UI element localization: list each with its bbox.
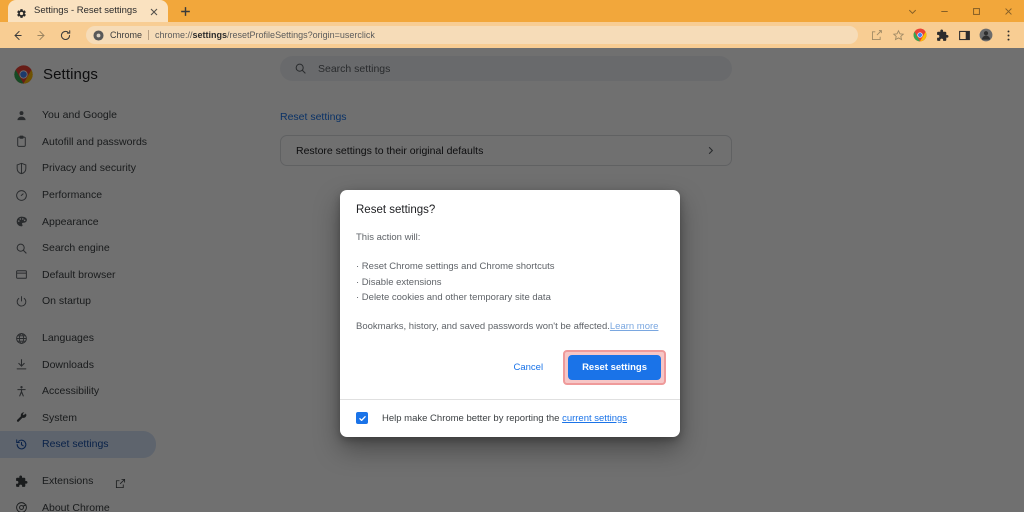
report-settings-checkbox[interactable]: [356, 412, 368, 424]
list-item: · Reset Chrome settings and Chrome short…: [356, 259, 664, 275]
bookmark-star-icon[interactable]: [888, 25, 908, 45]
omnibox-url: chrome://settings/resetProfileSettings?o…: [155, 30, 375, 40]
window-controls: [896, 0, 1024, 22]
dialog-note-text: Bookmarks, history, and saved passwords …: [356, 321, 610, 332]
extensions-puzzle-icon[interactable]: [932, 25, 952, 45]
share-icon[interactable]: [866, 25, 886, 45]
dialog-actions: Cancel Reset settings: [340, 336, 680, 399]
dialog-lead-text: This action will:: [356, 232, 664, 243]
avatar-icon[interactable]: [976, 25, 996, 45]
reset-settings-confirm-button[interactable]: Reset settings: [568, 355, 661, 380]
list-item: · Disable extensions: [356, 275, 664, 291]
dialog-footer-text: Help make Chrome better by reporting the…: [382, 413, 627, 424]
omnibox-origin: Chrome: [110, 30, 142, 40]
chrome-profile-icon[interactable]: [910, 25, 930, 45]
chrome-site-icon: [93, 30, 104, 41]
dialog-note: Bookmarks, history, and saved passwords …: [356, 321, 664, 332]
three-dot-menu-icon[interactable]: [998, 25, 1018, 45]
chevron-down-icon[interactable]: [896, 0, 928, 22]
close-icon[interactable]: [148, 5, 160, 17]
cancel-button[interactable]: Cancel: [501, 356, 555, 379]
back-button[interactable]: [6, 24, 28, 46]
dialog-title: Reset settings?: [356, 204, 664, 216]
current-settings-link[interactable]: current settings: [562, 413, 627, 424]
list-item: · Delete cookies and other temporary sit…: [356, 290, 664, 306]
gear-icon: [16, 6, 27, 17]
close-icon[interactable]: [992, 0, 1024, 22]
dialog-footer: Help make Chrome better by reporting the…: [340, 399, 680, 437]
minimize-icon[interactable]: [928, 0, 960, 22]
learn-more-link[interactable]: Learn more: [610, 321, 659, 332]
reload-button[interactable]: [54, 24, 76, 46]
forward-button[interactable]: [30, 24, 52, 46]
new-tab-button[interactable]: [174, 0, 196, 22]
confirm-button-highlight: Reset settings: [563, 350, 666, 385]
tab-strip: Settings - Reset settings: [0, 0, 1024, 22]
omnibox-separator: [148, 30, 149, 40]
reset-settings-dialog: Reset settings? This action will: · Rese…: [340, 190, 680, 437]
browser-toolbar: Chrome chrome://settings/resetProfileSet…: [0, 22, 1024, 48]
maximize-icon[interactable]: [960, 0, 992, 22]
address-bar[interactable]: Chrome chrome://settings/resetProfileSet…: [86, 26, 858, 44]
browser-window: Settings - Reset settings: [0, 0, 1024, 512]
browser-tab[interactable]: Settings - Reset settings: [8, 0, 168, 22]
tab-title: Settings - Reset settings: [34, 0, 141, 22]
footer-text-label: Help make Chrome better by reporting the: [382, 413, 559, 424]
side-panel-icon[interactable]: [954, 25, 974, 45]
dialog-bullet-list: · Reset Chrome settings and Chrome short…: [356, 259, 664, 306]
dialog-body: Reset settings? This action will: · Rese…: [340, 190, 680, 332]
